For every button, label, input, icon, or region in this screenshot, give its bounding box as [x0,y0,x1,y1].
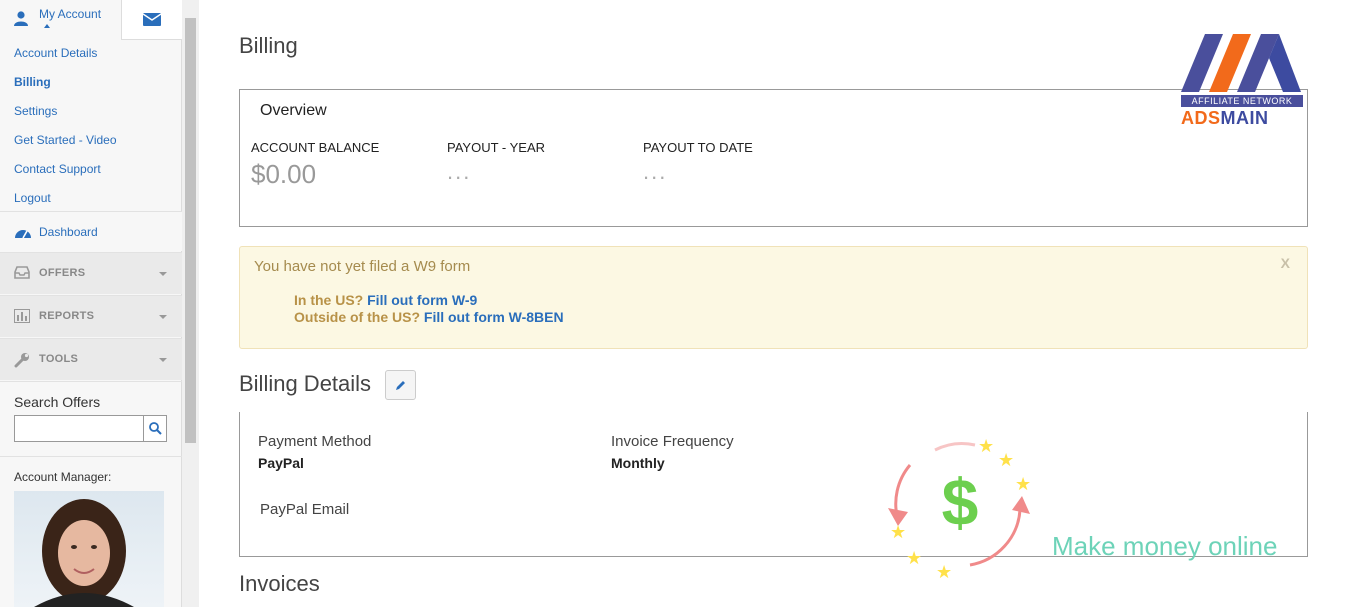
svg-text:★: ★ [978,436,994,456]
svg-text:$: $ [942,465,979,539]
payout-to-date-label: PAYOUT TO DATE [643,140,753,155]
caret-up-icon [44,24,50,28]
paypal-email-field: PayPal Email [260,501,349,518]
menu-contact-support[interactable]: Contact Support [0,156,182,185]
my-account-tab[interactable]: My Account [0,0,121,40]
logo-mark-icon [1181,34,1301,92]
svg-text:★: ★ [998,450,1014,470]
payment-method-value: PayPal [258,455,304,471]
search-offers-input[interactable] [14,415,144,442]
bar-chart-icon [14,309,30,323]
edit-billing-button[interactable] [385,370,416,400]
payment-method-label: Payment Method [258,433,372,450]
logo-brand-ads: ADS [1181,108,1221,128]
chevron-down-icon [159,272,167,276]
invoice-frequency-label: Invoice Frequency [611,433,734,450]
svg-text:★: ★ [1015,474,1031,494]
fill-w9-link[interactable]: Fill out form W-9 [367,292,477,308]
menu-logout[interactable]: Logout [0,185,182,214]
user-icon [14,11,28,26]
tools-label: TOOLS [39,353,79,365]
search-button[interactable] [143,415,167,442]
search-offers-label: Search Offers [14,394,101,410]
invoice-frequency-value: Monthly [611,455,665,471]
w9-us-prefix: In the US? [294,292,364,308]
logo-brand-main: MAIN [1220,108,1269,128]
overview-heading: Overview [260,102,327,119]
scrollbar-thumb[interactable] [185,18,196,443]
inbox-icon [14,266,30,279]
invoices-title: Invoices [239,571,320,596]
chevron-down-icon [159,315,167,319]
logo-band: AFFILIATE NETWORK [1181,95,1303,107]
messages-tab[interactable] [121,0,182,40]
invoice-frequency-field: Invoice Frequency Monthly [611,433,734,471]
reports-label: REPORTS [39,310,95,322]
envelope-icon [143,13,161,26]
w9-outside-line: Outside of the US? Fill out form W-8BEN [294,309,564,325]
w9-alert: You have not yet filed a W9 form X In th… [239,246,1308,349]
payout-to-date-stat: PAYOUT TO DATE ... [643,140,753,185]
paypal-email-label: PayPal Email [260,501,350,518]
account-balance-stat: ACCOUNT BALANCE $0.00 [251,140,379,190]
payment-method-field: Payment Method PayPal [258,433,371,471]
offers-label: OFFERS [39,267,86,279]
overview-panel: Overview ACCOUNT BALANCE $0.00 PAYOUT - … [239,89,1308,227]
menu-account-details[interactable]: Account Details [0,40,182,69]
pencil-icon [396,381,405,390]
my-account-label: My Account [39,7,102,21]
account-balance-label: ACCOUNT BALANCE [251,140,380,155]
search-icon [149,422,162,435]
make-money-tagline: Make money online [1052,531,1278,561]
alert-close-button[interactable]: X [1281,255,1290,271]
logo-brand: ADSMAIN [1181,108,1269,129]
fill-w8ben-link[interactable]: Fill out form W-8BEN [424,309,564,325]
svg-text:★: ★ [936,562,952,580]
nav-reports[interactable]: REPORTS [0,295,182,337]
svg-text:★: ★ [890,522,906,542]
sidebar: My Account Account Details Billing Setti… [0,0,182,607]
nav-offers[interactable]: OFFERS [0,252,182,294]
payout-to-date-value: ... [643,159,668,184]
payout-year-value: ... [447,159,472,184]
w8-outside-prefix: Outside of the US? [294,309,420,325]
w9-us-line: In the US? Fill out form W-9 [294,292,477,308]
dashboard-label: Dashboard [39,225,98,239]
billing-details-title: Billing Details [239,371,372,396]
account-manager-label: Account Manager: [14,470,112,484]
menu-settings[interactable]: Settings [0,98,182,127]
wrench-icon [14,353,29,368]
payout-year-label: PAYOUT - YEAR [447,140,546,155]
search-offers-block: Search Offers [0,381,182,457]
adsmain-logo: AFFILIATE NETWORK ADSMAIN [1175,30,1307,130]
menu-billing[interactable]: Billing [0,69,182,98]
nav-tools[interactable]: TOOLS [0,338,182,380]
account-submenu: Account Details Billing Settings Get Sta… [0,40,182,214]
account-balance-value: $0.00 [251,159,317,189]
account-manager-avatar [14,491,164,607]
dashboard-icon [15,230,31,239]
w9-alert-message: You have not yet filed a W9 form [254,258,471,275]
account-tabs: My Account [0,0,182,40]
menu-get-started-video[interactable]: Get Started - Video [0,127,182,156]
svg-text:★: ★ [906,548,922,568]
sidebar-scrollbar[interactable] [182,0,199,607]
money-cycle-icon: $ ★ ★ ★ ★ ★ ★ [880,430,1040,582]
chevron-down-icon [159,358,167,362]
page-title: Billing [239,33,298,58]
payout-year-stat: PAYOUT - YEAR ... [447,140,545,185]
nav-dashboard[interactable]: Dashboard [0,211,182,251]
